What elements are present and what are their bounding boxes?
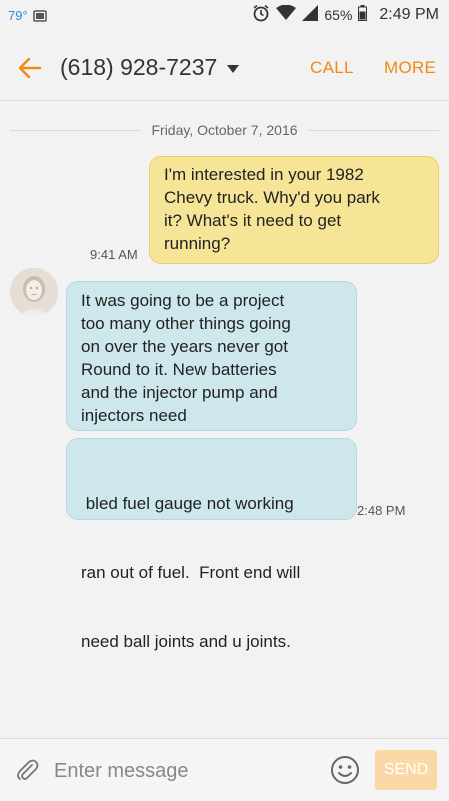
- message-line: running?: [164, 234, 231, 253]
- gallery-icon: [33, 9, 47, 27]
- signal-icon: [302, 5, 319, 25]
- contact-name-dropdown[interactable]: (618) 928-7237: [60, 54, 240, 81]
- message-line: injectors need: [81, 406, 187, 425]
- weather-temperature: 79°: [8, 8, 28, 23]
- message-line: too many other things going: [81, 314, 291, 333]
- attachment-icon[interactable]: [14, 757, 40, 783]
- contact-avatar[interactable]: [10, 268, 58, 316]
- message-line: on over the years never got: [81, 337, 288, 356]
- message-timestamp: 2:48 PM: [357, 503, 406, 518]
- message-line: and the injector pump and: [81, 383, 278, 402]
- emoji-icon[interactable]: [330, 755, 360, 785]
- dropdown-caret-icon: [227, 64, 240, 73]
- message-line: I'm interested in your 1982: [164, 165, 364, 184]
- back-arrow-icon[interactable]: [16, 54, 44, 82]
- status-icons: 65% 2:49 PM: [252, 4, 439, 26]
- message-line: bled fuel gauge not working: [81, 494, 294, 513]
- status-bar: 79° 65% 2:49 PM: [0, 0, 449, 34]
- conversation-header: (618) 928-7237 CALL MORE: [0, 34, 449, 101]
- battery-icon: [358, 5, 368, 25]
- clock: 2:49 PM: [379, 6, 439, 23]
- conversation-date: Friday, October 7, 2016: [151, 122, 298, 138]
- send-button[interactable]: SEND: [375, 750, 437, 790]
- incoming-message-bubble[interactable]: bled fuel gauge not working ran out of f…: [66, 438, 357, 651]
- message-line: It was going to be a project: [81, 291, 285, 310]
- wifi-icon: [276, 4, 297, 25]
- more-button[interactable]: MORE: [384, 58, 436, 78]
- alarm-icon: [252, 4, 270, 26]
- incoming-message-bubble[interactable]: It was going to be a project too many ot…: [66, 281, 357, 431]
- message-line: it? What's it need to get: [164, 211, 342, 230]
- divider-line: [10, 129, 142, 131]
- message-line: Round to it. New batteries: [81, 360, 277, 379]
- message-line: ran out of fuel. Front end will: [81, 563, 301, 582]
- message-timestamp: 9:41 AM: [90, 247, 138, 262]
- message-line: Chevy truck. Why'd you park: [164, 188, 380, 207]
- message-input[interactable]: [52, 755, 316, 787]
- message-line: need ball joints and u joints.: [81, 632, 291, 651]
- call-button[interactable]: CALL: [310, 58, 354, 78]
- message-composer: SEND: [0, 738, 449, 801]
- divider-line: [307, 129, 440, 131]
- date-divider: Friday, October 7, 2016: [0, 120, 449, 140]
- contact-number: (618) 928-7237: [60, 54, 218, 80]
- outgoing-message-bubble[interactable]: I'm interested in your 1982 Chevy truck.…: [149, 156, 439, 264]
- battery-percentage: 65%: [324, 7, 353, 23]
